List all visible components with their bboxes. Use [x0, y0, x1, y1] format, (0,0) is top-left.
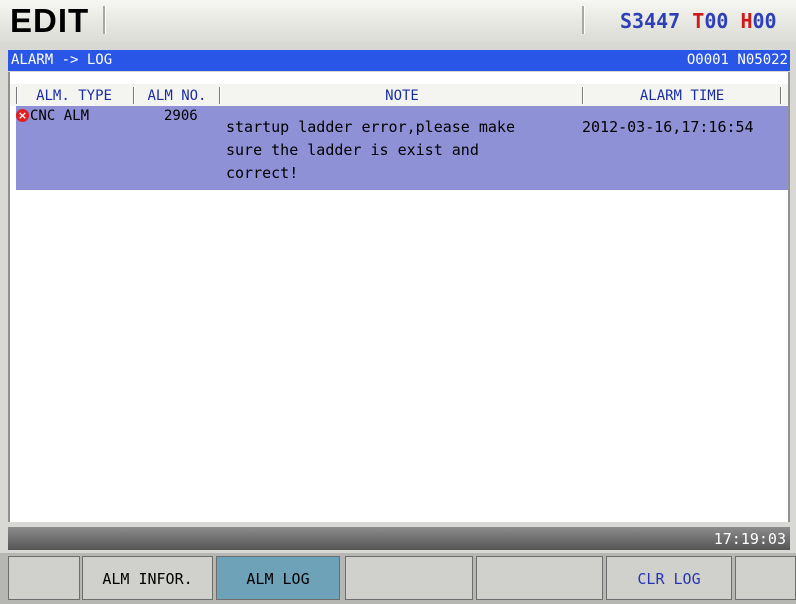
alarm-note: startup ladder error,please make sure th… [226, 116, 515, 185]
mode-label: EDIT [10, 2, 90, 39]
alarm-note-line: sure the ladder is exist and [226, 141, 479, 159]
alarm-time: 2012-03-16,17:16:54 [582, 118, 754, 136]
spindle-value: S3447 [620, 9, 681, 33]
header-separator [582, 6, 585, 34]
column-divider [16, 87, 18, 104]
table-header: ALM. TYPE ALM NO. NOTE ALARM TIME [10, 84, 788, 106]
column-divider [133, 87, 135, 104]
offset-value: H00 [740, 9, 777, 33]
offset-number: 00 [752, 9, 777, 33]
alarm-type: CNC ALM [30, 108, 90, 124]
column-divider [780, 87, 782, 104]
alarm-note-line: startup ladder error,please make [226, 118, 515, 136]
alarm-note-line: correct! [226, 164, 299, 182]
column-alm-type: ALM. TYPE [36, 88, 112, 104]
alm-log-button[interactable]: ALM LOG [216, 556, 340, 600]
alarm-log-panel: ALM. TYPE ALM NO. NOTE ALARM TIME × CNC … [8, 72, 790, 522]
clock: 17:19:03 [713, 530, 786, 548]
screen-path: ALARM -> LOG [11, 52, 113, 68]
tool-value: T00 [692, 9, 729, 33]
status-bar: 17:19:03 [8, 527, 790, 550]
column-alm-no: ALM NO. [147, 88, 207, 104]
top-header: EDIT S3447 T00 H00 [0, 0, 796, 42]
column-divider [582, 87, 584, 104]
softkey-5[interactable] [476, 556, 603, 600]
column-alarm-time: ALARM TIME [639, 88, 725, 104]
header-separator [103, 6, 106, 34]
softkey-1[interactable] [8, 556, 80, 600]
program-number: O0001 N05022 [686, 52, 788, 68]
softkey-4[interactable] [345, 556, 473, 600]
spindle-tool-readout: S3447 T00 H00 [620, 8, 777, 34]
softkey-bar: ALM INFOR. ALM LOG CLR LOG [0, 553, 796, 604]
alarm-number: 2906 [164, 108, 198, 124]
alm-infor-button[interactable]: ALM INFOR. [82, 556, 213, 600]
table-row[interactable]: × CNC ALM 2906 startup ladder error,plea… [16, 106, 788, 190]
clr-log-button[interactable]: CLR LOG [606, 556, 732, 600]
column-note: NOTE [385, 88, 419, 104]
title-bar: ALARM -> LOG O0001 N05022 [8, 50, 790, 71]
softkey-7[interactable] [735, 556, 796, 600]
column-divider [219, 87, 221, 104]
tool-number: 00 [704, 9, 729, 33]
error-icon: × [16, 109, 29, 122]
